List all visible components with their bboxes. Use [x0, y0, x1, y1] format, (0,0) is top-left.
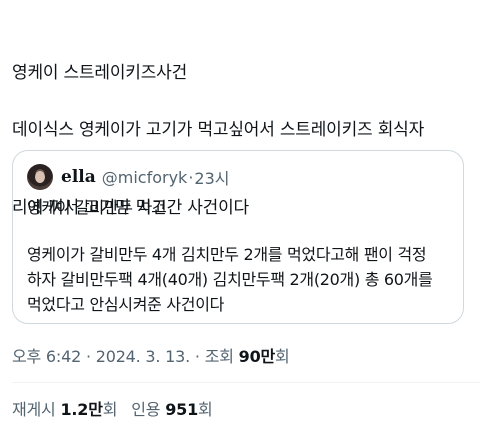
quoted-tweet-text: 영케이 갈비만두 사건 영케이가 갈비만두 4개 김치만두 2개를 먹었다고해 …	[27, 195, 433, 317]
quoted-author-name[interactable]: ella	[61, 167, 96, 187]
retweets-unit: 만	[88, 400, 103, 419]
retweets-suffix: 회	[102, 400, 118, 419]
views-suffix: 회	[275, 347, 290, 366]
quoted-tweet-card[interactable]: ella @micforyk · 23시 영케이 갈비만두 사건 영케이가 갈비…	[12, 150, 464, 324]
meta-separator: ·	[190, 347, 205, 366]
quoted-tweet-time[interactable]: 23시	[194, 165, 229, 189]
tweet-body-line: 데이식스 영케이가 고기가 먹고싶어서 스트레이키즈 회식자	[12, 120, 425, 140]
quoted-tweet-line: 하자 갈비만두팩 4개(40개) 김치만두팩 2개(20개) 총 60개를	[27, 270, 433, 289]
meta-separator: ·	[81, 347, 96, 366]
quotes-stat[interactable]: 인용 951회	[131, 400, 212, 419]
quotes-label: 인용	[131, 400, 161, 419]
views-value: 90	[238, 347, 261, 366]
divider	[12, 382, 480, 383]
retweets-count: 1.2만	[60, 400, 102, 419]
tweet-timestamp-row: 오후 6:42 · 2024. 3. 13. · 조회 90만회	[12, 343, 290, 367]
views-label: 조회	[204, 347, 234, 366]
quoted-tweet-line: 영케이가 갈비만두 4개 김치만두 2개를 먹었다고해 팬이 걱정	[27, 245, 427, 264]
quoted-author-handle[interactable]: @micforyk	[102, 168, 188, 187]
retweets-value: 1.2	[60, 400, 89, 419]
views-unit: 만	[260, 347, 276, 366]
quoted-tweet-title: 영케이 갈비만두 사건	[27, 198, 167, 217]
quoted-tweet-header: ella @micforyk · 23시	[27, 163, 230, 191]
avatar[interactable]	[27, 164, 53, 190]
quoted-tweet-line: 먹었다고 안심시켜준 사건이다	[27, 295, 225, 314]
tweet-date[interactable]: 2024. 3. 13.	[96, 347, 190, 366]
retweets-label: 재게시	[12, 400, 56, 419]
retweets-stat[interactable]: 재게시 1.2만회	[12, 400, 117, 419]
quotes-count: 951	[165, 400, 199, 419]
tweet-time[interactable]: 오후 6:42	[12, 347, 81, 366]
meta-separator: ·	[188, 167, 194, 187]
tweet-stats-row: 재게시 1.2만회 인용 951회	[12, 396, 213, 420]
quotes-suffix: 회	[198, 400, 213, 419]
views-count[interactable]: 90만	[238, 347, 276, 366]
